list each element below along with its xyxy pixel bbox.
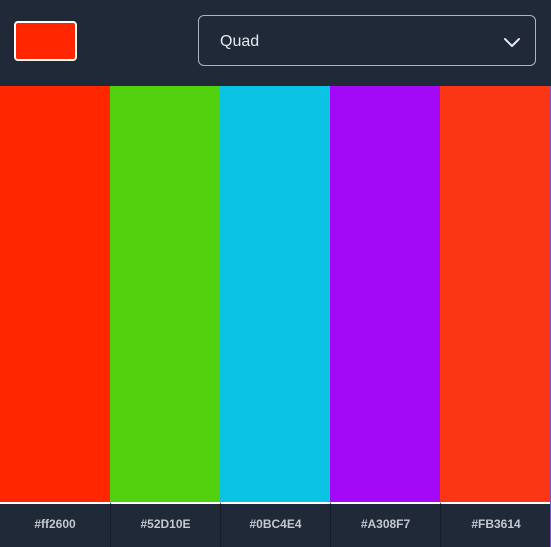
swatch-hex-label: #0BC4E4: [249, 517, 302, 531]
swatch-label-bar: #52D10E: [110, 502, 220, 547]
base-color-picker-button[interactable]: [14, 21, 77, 61]
swatch-hex-label: #ff2600: [34, 517, 76, 531]
swatch-label-bar: #FB3614: [440, 502, 551, 547]
toolbar: Quad: [0, 0, 551, 86]
palette-swatch[interactable]: #FB3614: [440, 86, 551, 547]
chevron-down-icon: [504, 38, 520, 47]
swatch-color-fill: [110, 86, 220, 502]
swatch-color-fill: [220, 86, 330, 502]
swatch-color-fill: [0, 86, 110, 502]
scheme-select-value: Quad: [220, 33, 260, 50]
swatch-color-fill: [330, 86, 440, 502]
swatch-hex-label: #52D10E: [140, 517, 191, 531]
swatch-label-bar: #0BC4E4: [220, 502, 330, 547]
palette-swatch[interactable]: #ff2600: [0, 86, 110, 547]
swatch-hex-label: #A308F7: [360, 517, 411, 531]
palette-swatch[interactable]: #52D10E: [110, 86, 220, 547]
scheme-select[interactable]: Quad: [198, 15, 536, 66]
palette-swatch[interactable]: #A308F7: [330, 86, 440, 547]
swatch-color-fill: [440, 86, 551, 502]
swatch-label-bar: #ff2600: [0, 502, 110, 547]
palette-swatch[interactable]: #0BC4E4: [220, 86, 330, 547]
swatch-hex-label: #FB3614: [471, 517, 521, 531]
swatch-label-bar: #A308F7: [330, 502, 440, 547]
palette-swatches: #ff2600 #52D10E #0BC4E4 #A308F7 #FB3614: [0, 86, 551, 547]
color-palette-app: Quad #ff2600 #52D10E #0BC4E4 #A308F7 #FB…: [0, 0, 551, 547]
